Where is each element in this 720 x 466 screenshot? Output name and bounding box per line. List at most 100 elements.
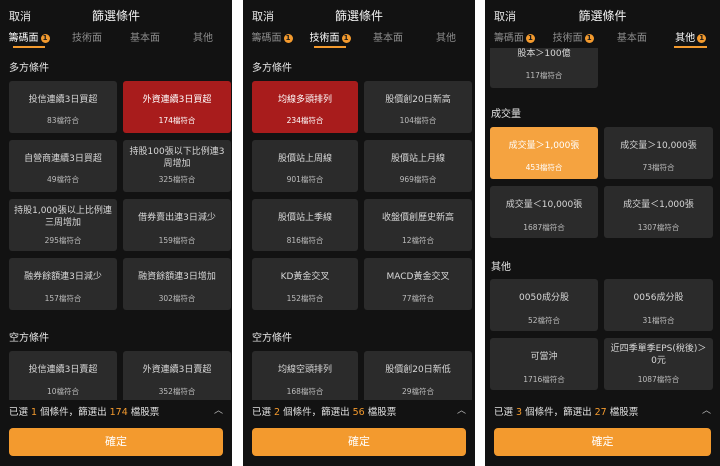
condition-card[interactable]: 均線空頭排列 168檔符合	[252, 351, 358, 403]
chevron-up-icon[interactable]: ︿	[214, 403, 223, 416]
match-count: 77檔符合	[401, 294, 435, 303]
condition-card[interactable]: 可當沖 1716檔符合	[490, 338, 598, 390]
condition-card-selected[interactable]: 外資連續3日買超 174檔符合	[123, 81, 231, 133]
screenshot-collage: 取消 篩選條件 籌碼面 1 技術面 基本面 其他 多方條件 投信連續3日買超 83…	[0, 0, 720, 466]
confirm-button[interactable]: 確定	[252, 428, 466, 456]
tab-label: 技術面	[309, 33, 340, 44]
tab-fundamental[interactable]: 基本面	[359, 30, 417, 48]
summary-text: 檔股票	[364, 407, 397, 418]
condition-card[interactable]: 借券賣出連3日減少 159檔符合	[123, 199, 231, 251]
selection-summary: 已選 3 個條件，篩選出 27 檔股票	[494, 404, 638, 418]
tab-chips[interactable]: 籌碼面 1	[0, 30, 58, 48]
condition-card[interactable]: 0050成分股 52檔符合	[490, 279, 598, 331]
condition-card[interactable]: 投信連續3日賣超 10檔符合	[9, 351, 117, 403]
section-title-bearish: 空方條件	[252, 333, 292, 344]
condition-card[interactable]: 股價站上季線 816檔符合	[252, 199, 358, 251]
condition-label: 股價站上季線	[277, 213, 332, 223]
page-title: 篩選條件	[91, 9, 140, 23]
condition-card[interactable]: 股價創20日新高 104檔符合	[364, 81, 472, 133]
chevron-up-icon[interactable]: ︿	[457, 403, 466, 416]
confirm-button[interactable]: 確定	[494, 428, 711, 456]
condition-card[interactable]: 融資餘額連3日增加 302檔符合	[123, 258, 231, 310]
condition-label: KD黃金交叉	[280, 272, 330, 282]
condition-card[interactable]: KD黃金交叉 152檔符合	[252, 258, 358, 310]
section-title-other: 其他	[491, 262, 511, 273]
matched-stock-count: 27	[594, 407, 607, 418]
condition-card[interactable]: 融券餘額連3日減少 157檔符合	[9, 258, 117, 310]
condition-card[interactable]: 成交量＜1,000張 1307檔符合	[604, 186, 713, 238]
match-count: 1307檔符合	[637, 223, 680, 232]
tab-fundamental[interactable]: 基本面	[116, 30, 174, 48]
match-count: 117檔符合	[525, 71, 563, 80]
tab-label: 其他	[675, 33, 696, 44]
condition-card-selected[interactable]: 成交量＞1,000張 453檔符合	[490, 127, 598, 179]
condition-card[interactable]: 股價創20日新低 29檔符合	[364, 351, 472, 403]
tab-label: 技術面	[72, 33, 102, 44]
condition-card[interactable]: 股價站上周線 901檔符合	[252, 140, 358, 192]
condition-label: 成交量＜10,000張	[505, 200, 583, 210]
tab-technical[interactable]: 技術面 1	[544, 30, 603, 48]
match-count: 174檔符合	[158, 116, 196, 125]
condition-label: 股價站上月線	[390, 154, 445, 164]
count-badge: 1	[697, 34, 707, 43]
condition-card[interactable]: 收盤價創歷史新高 12檔符合	[364, 199, 472, 251]
match-count: 352檔符合	[158, 387, 196, 396]
tab-chips[interactable]: 籌碼面 1	[485, 30, 544, 48]
match-count: 12檔符合	[401, 236, 435, 245]
summary-text: 個條件，篩選出	[37, 407, 110, 418]
confirm-button[interactable]: 確定	[9, 428, 223, 456]
condition-label: 持股100張以下比例連3周增加	[129, 147, 225, 169]
condition-label: 融資餘額連3日增加	[138, 272, 216, 282]
count-badge: 1	[584, 34, 594, 43]
condition-card[interactable]: MACD黃金交叉 77檔符合	[364, 258, 472, 310]
condition-card[interactable]: 投信連續3日買超 83檔符合	[9, 81, 117, 133]
match-count: 901檔符合	[286, 175, 324, 184]
condition-label: 股價創20日新高	[385, 95, 451, 105]
condition-card[interactable]: 自營商連續3日買超 49檔符合	[9, 140, 117, 192]
tab-technical[interactable]: 技術面 1	[301, 30, 359, 48]
condition-label: 均線空頭排列	[277, 365, 332, 375]
filter-screen-other: 取消 篩選條件 籌碼面 1 技術面 1 基本面 其他 1 股本＞100億 117檔符合…	[485, 0, 720, 466]
tab-label: 其他	[436, 33, 456, 44]
condition-label: 股價創20日新低	[385, 365, 451, 375]
condition-label: 股本＞100億	[517, 49, 571, 59]
condition-card[interactable]: 股價站上月線 969檔符合	[364, 140, 472, 192]
match-count: 325檔符合	[158, 175, 196, 184]
condition-card[interactable]: 0056成分股 31檔符合	[604, 279, 713, 331]
match-count: 159檔符合	[158, 236, 196, 245]
tab-fundamental[interactable]: 基本面	[603, 30, 662, 48]
count-badge: 1	[40, 34, 50, 43]
tab-label: 籌碼面	[8, 33, 39, 44]
match-count: 816檔符合	[286, 236, 324, 245]
condition-card[interactable]: 持股100張以下比例連3周增加 325檔符合	[123, 140, 231, 192]
tab-technical[interactable]: 技術面	[58, 30, 116, 48]
condition-label: 0056成分股	[633, 293, 684, 303]
condition-card[interactable]: 成交量＞10,000張 73檔符合	[604, 127, 713, 179]
summary-text: 個條件，篩選出	[522, 407, 595, 418]
tab-bar: 籌碼面 1 技術面 1 基本面 其他	[243, 30, 475, 48]
condition-card[interactable]: 持股1,000張以上比例連三周增加 295檔符合	[9, 199, 117, 251]
section-title-bearish: 空方條件	[9, 333, 49, 344]
count-badge: 1	[283, 34, 293, 43]
condition-label: 借券賣出連3日減少	[138, 213, 216, 223]
tab-bar: 籌碼面 1 技術面 1 基本面 其他 1	[485, 30, 720, 48]
match-count: 10檔符合	[46, 387, 80, 396]
condition-card[interactable]: 成交量＜10,000張 1687檔符合	[490, 186, 598, 238]
tab-chips[interactable]: 籌碼面 1	[243, 30, 301, 48]
match-count: 969檔符合	[399, 175, 437, 184]
summary-text: 檔股票	[606, 407, 639, 418]
condition-card-selected[interactable]: 均線多頭排列 234檔符合	[252, 81, 358, 133]
match-count: 49檔符合	[46, 175, 80, 184]
tab-bar: 籌碼面 1 技術面 基本面 其他	[0, 30, 232, 48]
condition-card[interactable]: 外資連續3日賣超 352檔符合	[123, 351, 231, 403]
condition-card[interactable]: 股本＞100億 117檔符合	[490, 48, 598, 88]
match-count: 157檔符合	[44, 294, 82, 303]
condition-label: 成交量＞10,000張	[620, 141, 697, 151]
condition-card[interactable]: 近四季單季EPS(稅後)＞0元 1087檔符合	[604, 338, 713, 390]
tab-other[interactable]: 其他 1	[661, 30, 720, 48]
chevron-up-icon[interactable]: ︿	[702, 403, 711, 416]
tab-other[interactable]: 其他	[174, 30, 232, 48]
summary-text: 檔股票	[127, 407, 160, 418]
match-count: 29檔符合	[401, 387, 435, 396]
tab-other[interactable]: 其他	[417, 30, 475, 48]
